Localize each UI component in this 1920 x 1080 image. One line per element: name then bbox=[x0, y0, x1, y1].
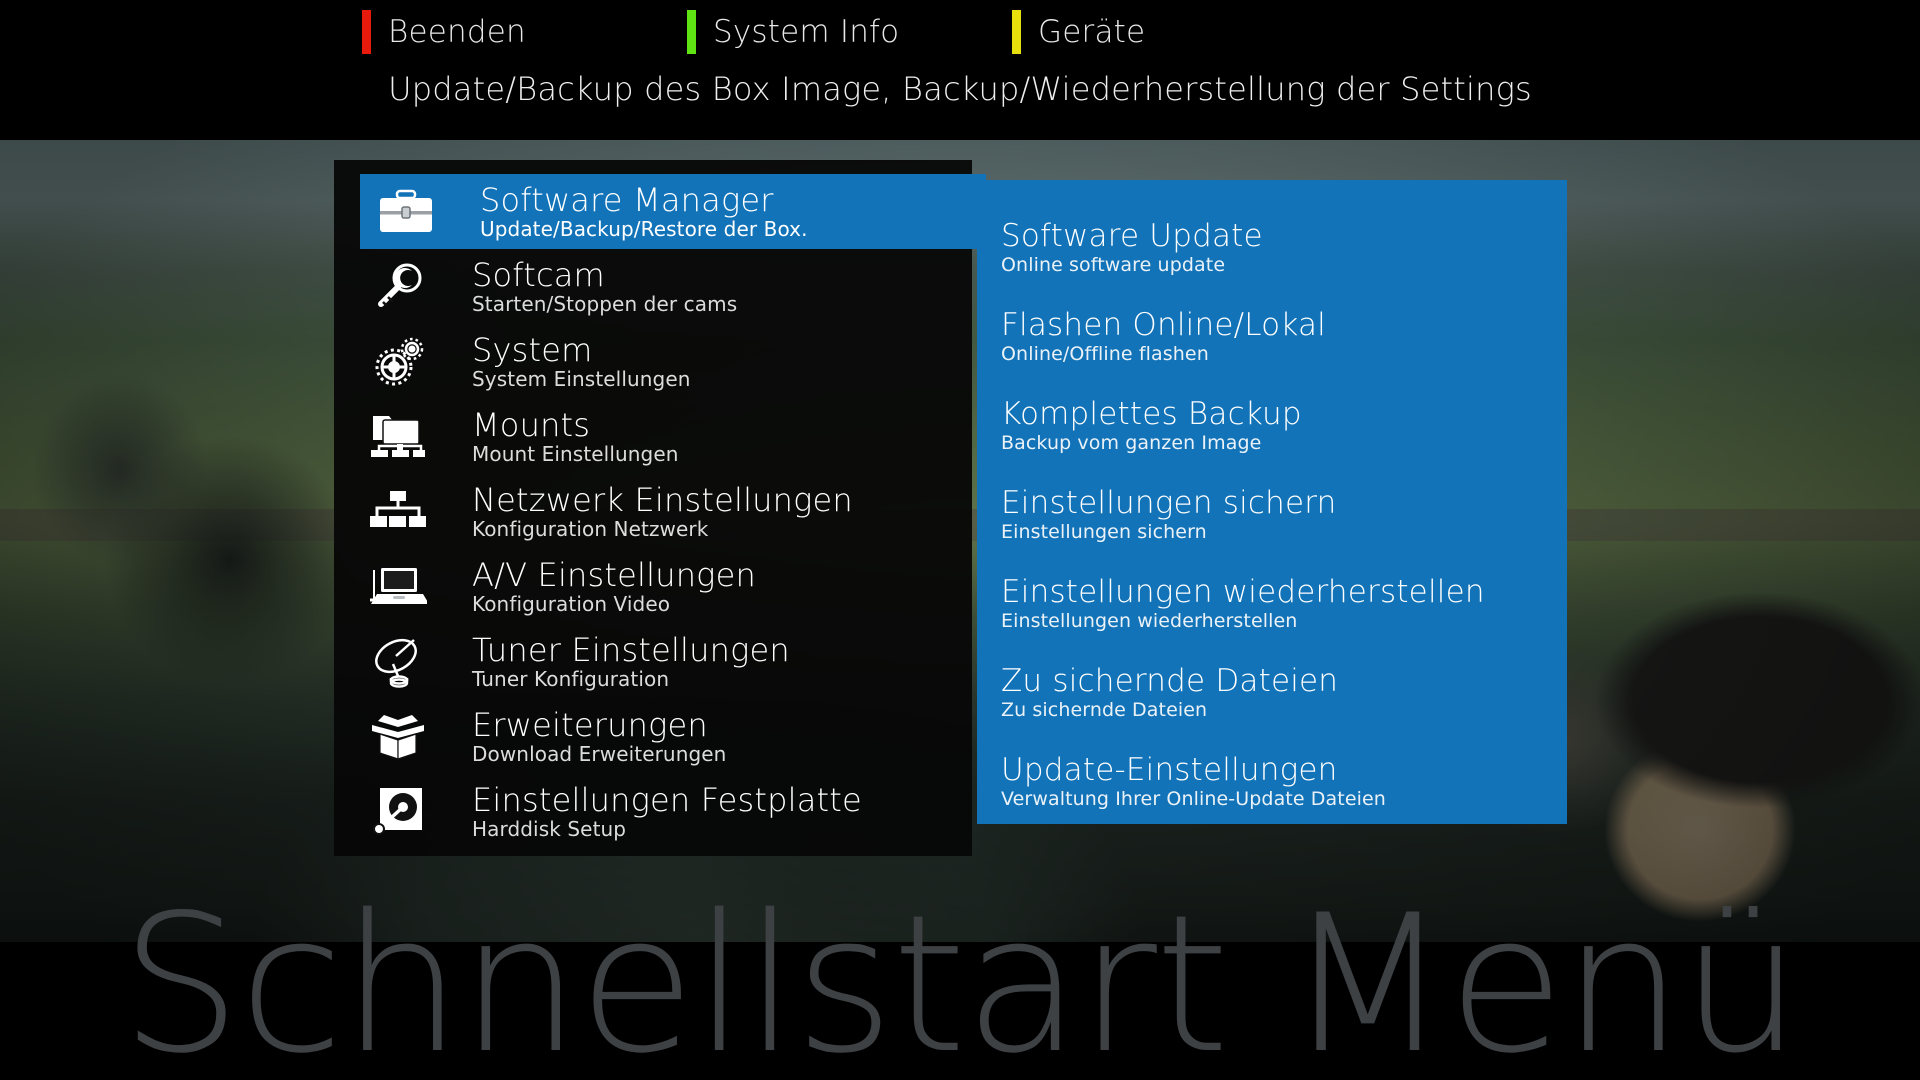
menu-item-text: Erweiterungen Download Erweiterungen bbox=[472, 708, 726, 766]
menu-item-tuner-einstellungen[interactable]: Tuner Einstellungen Tuner Konfiguration bbox=[334, 624, 972, 699]
green-bar-icon bbox=[687, 10, 696, 54]
menu-item-text: Tuner Einstellungen Tuner Konfiguration bbox=[472, 633, 790, 691]
menu-item-subtitle: Konfiguration Video bbox=[472, 591, 671, 616]
yellow-bar-icon bbox=[1012, 10, 1021, 54]
submenu-item-zu-sichernde-dateien[interactable]: Zu sichernde Dateien Zu sichernde Dateie… bbox=[1001, 663, 1567, 722]
menu-item-subtitle: System Einstellungen bbox=[472, 366, 691, 391]
network-tree-icon bbox=[360, 482, 436, 542]
menu-item-einstellungen-festplatte[interactable]: Einstellungen Festplatte Harddisk Setup bbox=[334, 774, 972, 849]
submenu-item-subtitle: Einstellungen sichern bbox=[1001, 521, 1207, 543]
gears-icon bbox=[360, 332, 436, 392]
menu-item-text: Softcam Starten/Stoppen der cams bbox=[472, 258, 737, 316]
satellite-dish-icon bbox=[360, 632, 436, 692]
submenu-item-software-update[interactable]: Software Update Online software update bbox=[1001, 218, 1567, 277]
open-box-icon bbox=[360, 707, 436, 767]
menu-item-subtitle: Konfiguration Netzwerk bbox=[472, 516, 709, 541]
color-button-yellow-geraete[interactable]: Geräte bbox=[1012, 10, 1145, 54]
menu-item-subtitle: Tuner Konfiguration bbox=[472, 666, 670, 691]
menu-item-title: Mounts bbox=[472, 405, 591, 444]
submenu-item-subtitle: Zu sichernde Dateien bbox=[1001, 699, 1208, 721]
submenu-item-subtitle: Online software update bbox=[1001, 254, 1226, 276]
submenu-item-subtitle: Einstellungen wiederherstellen bbox=[1001, 610, 1298, 632]
menu-item-text: System System Einstellungen bbox=[472, 333, 691, 391]
menu-item-title: Softcam bbox=[472, 255, 605, 294]
submenu-item-title: Flashen Online/Lokal bbox=[1001, 307, 1326, 343]
laptop-icon bbox=[360, 557, 436, 617]
submenu-item-title: Update-Einstellungen bbox=[1001, 752, 1338, 788]
color-button-row: Beenden System Info Geräte bbox=[0, 0, 1920, 62]
submenu-item-title: Software Update bbox=[1001, 218, 1263, 254]
key-icon bbox=[360, 257, 436, 317]
submenu-item-einstellungen-wiederherstellen[interactable]: Einstellungen wiederherstellen Einstellu… bbox=[1001, 574, 1567, 633]
menu-item-text: Mounts Mount Einstellungen bbox=[472, 408, 679, 466]
submenu-item-title: Einstellungen sichern bbox=[1001, 485, 1337, 521]
main-menu-list: Software Manager Update/Backup/Restore d… bbox=[334, 160, 986, 856]
submenu-item-subtitle: Online/Offline flashen bbox=[1001, 343, 1209, 365]
menu-item-mounts[interactable]: Mounts Mount Einstellungen bbox=[334, 399, 972, 474]
menu-item-title: Software Manager bbox=[480, 180, 774, 219]
menu-item-subtitle: Mount Einstellungen bbox=[472, 441, 679, 466]
skin-screen: Beenden System Info Geräte Update/Backup… bbox=[0, 0, 1920, 1080]
menu-item-av-einstellungen[interactable]: A/V Einstellungen Konfiguration Video bbox=[334, 549, 972, 624]
menu-item-system[interactable]: System System Einstellungen bbox=[334, 324, 972, 399]
header-subtitle: Update/Backup des Box Image, Backup/Wied… bbox=[388, 70, 1532, 108]
menu-item-title: System bbox=[472, 330, 593, 369]
color-button-green-system-info[interactable]: System Info bbox=[687, 10, 899, 54]
red-bar-icon bbox=[362, 10, 371, 54]
harddisk-icon bbox=[360, 782, 436, 842]
submenu-item-subtitle: Verwaltung Ihrer Online-Update Dateien bbox=[1001, 788, 1386, 810]
menu-item-text: A/V Einstellungen Konfiguration Video bbox=[472, 558, 756, 616]
submenu-list: Software Update Online software update F… bbox=[977, 180, 1567, 824]
menu-item-subtitle: Starten/Stoppen der cams bbox=[472, 291, 738, 316]
submenu-item-title: Zu sichernde Dateien bbox=[1001, 663, 1339, 699]
menu-item-subtitle: Update/Backup/Restore der Box. bbox=[480, 216, 808, 241]
menu-item-erweiterungen[interactable]: Erweiterungen Download Erweiterungen bbox=[334, 699, 972, 774]
menu-item-title: Tuner Einstellungen bbox=[472, 630, 790, 669]
screen-watermark-title: Schnellstart Menü bbox=[120, 874, 1802, 1080]
menu-item-subtitle: Download Erweiterungen bbox=[472, 741, 727, 766]
submenu-item-title: Einstellungen wiederherstellen bbox=[1001, 574, 1485, 610]
menu-item-text: Einstellungen Festplatte Harddisk Setup bbox=[472, 783, 862, 841]
briefcase-icon bbox=[368, 182, 444, 242]
submenu-item-update-einstellungen[interactable]: Update-Einstellungen Verwaltung Ihrer On… bbox=[1001, 752, 1567, 811]
menu-item-title: Erweiterungen bbox=[472, 705, 708, 744]
header-bar: Beenden System Info Geräte Update/Backup… bbox=[0, 0, 1920, 140]
menu-item-title: Einstellungen Festplatte bbox=[472, 780, 862, 819]
menu-item-subtitle: Harddisk Setup bbox=[472, 816, 627, 841]
color-button-red-label: Beenden bbox=[388, 14, 526, 50]
menu-item-text: Netzwerk Einstellungen Konfiguration Net… bbox=[472, 483, 853, 541]
menu-item-softcam[interactable]: Softcam Starten/Stoppen der cams bbox=[334, 249, 972, 324]
menu-item-title: Netzwerk Einstellungen bbox=[472, 480, 853, 519]
menu-item-software-manager[interactable]: Software Manager Update/Backup/Restore d… bbox=[360, 174, 986, 249]
menu-item-title: A/V Einstellungen bbox=[472, 555, 756, 594]
submenu-item-title: Komplettes Backup bbox=[1001, 396, 1302, 432]
color-button-green-label: System Info bbox=[713, 14, 900, 50]
submenu-item-subtitle: Backup vom ganzen Image bbox=[1001, 432, 1262, 454]
color-button-yellow-label: Geräte bbox=[1038, 14, 1146, 50]
submenu-item-flashen-online-lokal[interactable]: Flashen Online/Lokal Online/Offline flas… bbox=[1001, 307, 1567, 366]
network-folder-icon bbox=[360, 407, 436, 467]
submenu-item-komplettes-backup[interactable]: Komplettes Backup Backup vom ganzen Imag… bbox=[1001, 396, 1567, 455]
color-button-red-beenden[interactable]: Beenden bbox=[362, 10, 526, 54]
menu-item-netzwerk-einstellungen[interactable]: Netzwerk Einstellungen Konfiguration Net… bbox=[334, 474, 972, 549]
submenu-item-einstellungen-sichern[interactable]: Einstellungen sichern Einstellungen sich… bbox=[1001, 485, 1567, 544]
menu-item-text: Software Manager Update/Backup/Restore d… bbox=[480, 183, 808, 241]
